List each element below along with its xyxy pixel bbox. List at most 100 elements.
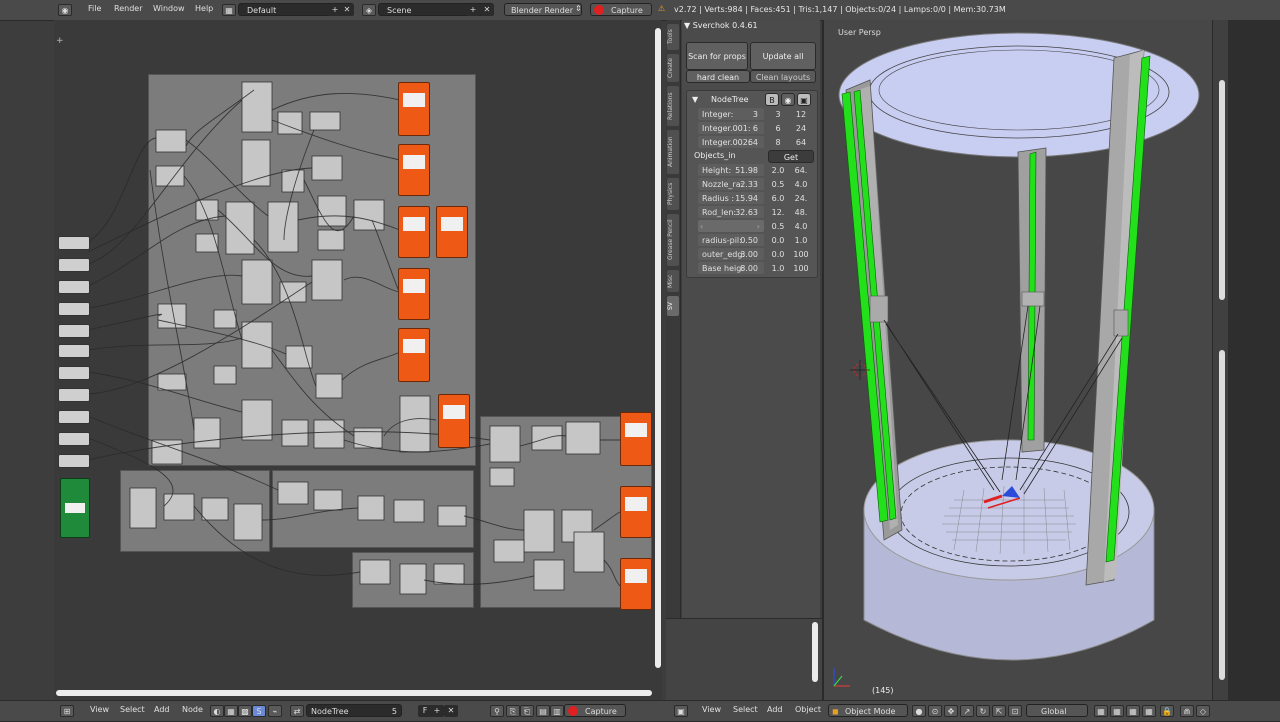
screen-layout-icon[interactable]: ▦ (222, 4, 236, 16)
animation-icon[interactable]: ⌁ (268, 705, 282, 717)
number-node[interactable] (58, 302, 90, 316)
float-field[interactable]: Rod_len: 32.63 (698, 206, 764, 218)
get-button[interactable]: Get (768, 150, 814, 163)
viewer-draw-node[interactable] (620, 486, 652, 538)
float-min[interactable]: 0.5 (768, 178, 788, 191)
lock-toggle-button[interactable]: ▣ (797, 93, 811, 106)
view3d-menu-view[interactable]: View (702, 705, 721, 714)
manipulator-toggle-icon[interactable]: ✥ (944, 705, 958, 717)
view3d-menu-select[interactable]: Select (733, 705, 758, 714)
objects-in-node-button[interactable] (65, 503, 85, 513)
float-row[interactable]: ‹ › 0.5 4.0 (696, 220, 814, 233)
shader-nodes-icon[interactable]: ◐ (210, 705, 224, 717)
float-field-active[interactable]: ‹ › (698, 220, 764, 232)
float-max[interactable]: 4.0 (790, 220, 812, 233)
sverchok-tree-icon[interactable]: S (252, 705, 266, 717)
lock-layers-icon[interactable]: 🔒 (1160, 705, 1174, 717)
float-min[interactable]: 1.0 (768, 262, 788, 275)
float-field[interactable]: Radius : 15.94 (698, 192, 764, 204)
float-field[interactable]: Nozzle_ra: 2.33 (698, 178, 764, 190)
float-max[interactable]: 24. (790, 192, 812, 205)
float-max[interactable]: 100 (790, 248, 812, 261)
number-node[interactable] (58, 324, 90, 338)
capture-button[interactable]: Capture (590, 3, 652, 16)
layer-icon[interactable]: ▦ (1094, 705, 1108, 717)
bake-button[interactable]: B (765, 93, 779, 106)
mode-selector[interactable]: ◼ Object Mode (828, 704, 908, 717)
add-scene-icon[interactable]: + (466, 4, 480, 16)
float-max[interactable]: 64. (790, 164, 812, 177)
number-node[interactable] (58, 236, 90, 250)
add-nodetree-icon[interactable]: + (430, 705, 444, 717)
viewer-draw-node[interactable] (398, 144, 430, 196)
float-field[interactable]: Height: 51.98 (698, 164, 764, 176)
node-editor[interactable]: + (54, 20, 662, 700)
remove-nodetree-icon[interactable]: ✕ (444, 705, 458, 717)
render-engine-selector[interactable]: Blender Render (504, 3, 582, 16)
decrement-arrow-icon[interactable]: ‹ (700, 220, 703, 232)
integer-row[interactable]: Integer.002: 64 8 64 (696, 136, 814, 149)
float-min[interactable]: 0.0 (768, 234, 788, 247)
menu-window[interactable]: Window (153, 4, 185, 13)
float-row[interactable]: Height: 51.98 2.0 64. (696, 164, 814, 177)
snap-icon[interactable]: ⚲ (490, 705, 504, 717)
number-node[interactable] (58, 258, 90, 272)
integer-max[interactable]: 24 (790, 122, 812, 135)
layer-icon[interactable]: ▦ (1110, 705, 1124, 717)
float-min[interactable]: 0.0 (768, 248, 788, 261)
menu-file[interactable]: File (88, 4, 101, 13)
viewport-shading-icon[interactable]: ● (912, 705, 926, 717)
float-row[interactable]: outer_edg: 3.00 0.0 100 (696, 248, 814, 261)
node-menu-node[interactable]: Node (182, 705, 203, 714)
viewer-draw-node[interactable] (398, 82, 430, 136)
panel-scrollbar[interactable] (812, 622, 818, 682)
integer-max[interactable]: 12 (790, 108, 812, 121)
menu-render[interactable]: Render (114, 4, 142, 13)
float-min[interactable]: 6.0 (768, 192, 788, 205)
blender-logo-icon[interactable]: ◉ (58, 4, 72, 16)
float-max[interactable]: 48. (790, 206, 812, 219)
number-node[interactable] (58, 410, 90, 424)
scan-for-props-button[interactable]: Scan for props (686, 42, 748, 70)
float-min[interactable]: 0.5 (768, 220, 788, 233)
viewer-draw-node[interactable] (436, 206, 468, 258)
integer-field[interactable]: Integer.002: 64 (698, 136, 764, 148)
show-toggle-button[interactable]: ◉ (781, 93, 795, 106)
view3d-menu-add[interactable]: Add (767, 705, 783, 714)
float-row[interactable]: Base heig: 8.00 1.0 100 (696, 262, 814, 275)
node-capture-button[interactable]: Capture (564, 704, 626, 717)
number-node[interactable] (58, 344, 90, 358)
integer-field[interactable]: Integer.001: 6 (698, 122, 764, 134)
view3d-menu-object[interactable]: Object (795, 705, 821, 714)
tab-relations[interactable]: Relations (667, 86, 679, 126)
node-editor-horizontal-scrollbar[interactable] (56, 690, 652, 696)
layout-icon[interactable]: ▤ (536, 705, 550, 717)
increment-arrow-icon[interactable]: › (757, 220, 760, 232)
float-min[interactable]: 2.0 (768, 164, 788, 177)
paste-icon[interactable]: ⎘ (506, 705, 520, 717)
node-editor-type-icon[interactable]: ⊞ (60, 705, 74, 717)
integer-min[interactable]: 3 (768, 108, 788, 121)
tab-create[interactable]: Create (667, 54, 679, 82)
float-row[interactable]: Rod_len: 32.63 12. 48. (696, 206, 814, 219)
sverchok-panel-header[interactable]: ▼ Sverchok 0.4.61 (684, 21, 758, 30)
node-menu-select[interactable]: Select (120, 705, 145, 714)
tab-grease-pencil[interactable]: Grease Pencil (667, 214, 679, 266)
node-menu-view[interactable]: View (90, 705, 109, 714)
number-node[interactable] (58, 454, 90, 468)
integer-max[interactable]: 64 (790, 136, 812, 149)
layer-icon[interactable]: ▦ (1142, 705, 1156, 717)
grab-manipulator-icon[interactable]: ↗ (960, 705, 974, 717)
menu-help[interactable]: Help (195, 4, 213, 13)
compositing-icon[interactable]: ▩ (238, 705, 252, 717)
float-field[interactable]: radius-pil: 0.50 (698, 234, 764, 246)
float-max[interactable]: 100 (790, 262, 812, 275)
number-node[interactable] (58, 280, 90, 294)
remove-scene-icon[interactable]: ✕ (480, 4, 494, 16)
scale-manipulator-icon[interactable]: ⇱ (992, 705, 1006, 717)
viewer-draw-node[interactable] (398, 268, 430, 320)
node-editor-vertical-scrollbar[interactable] (655, 28, 661, 668)
viewer-draw-node[interactable] (398, 328, 430, 382)
float-max[interactable]: 1.0 (790, 234, 812, 247)
backdrop-icon[interactable]: ▥ (550, 705, 564, 717)
